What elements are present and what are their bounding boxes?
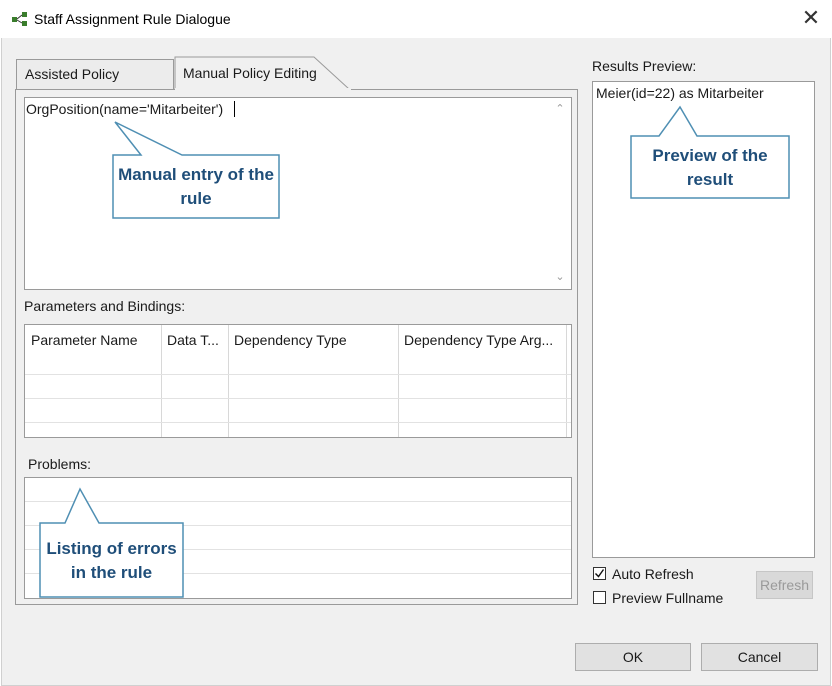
callout-errors: Listing of errors in the rule xyxy=(46,539,177,582)
callout-manual-entry: Manual entry of the rule xyxy=(118,165,274,208)
callout-preview: Preview of the result xyxy=(652,146,768,189)
